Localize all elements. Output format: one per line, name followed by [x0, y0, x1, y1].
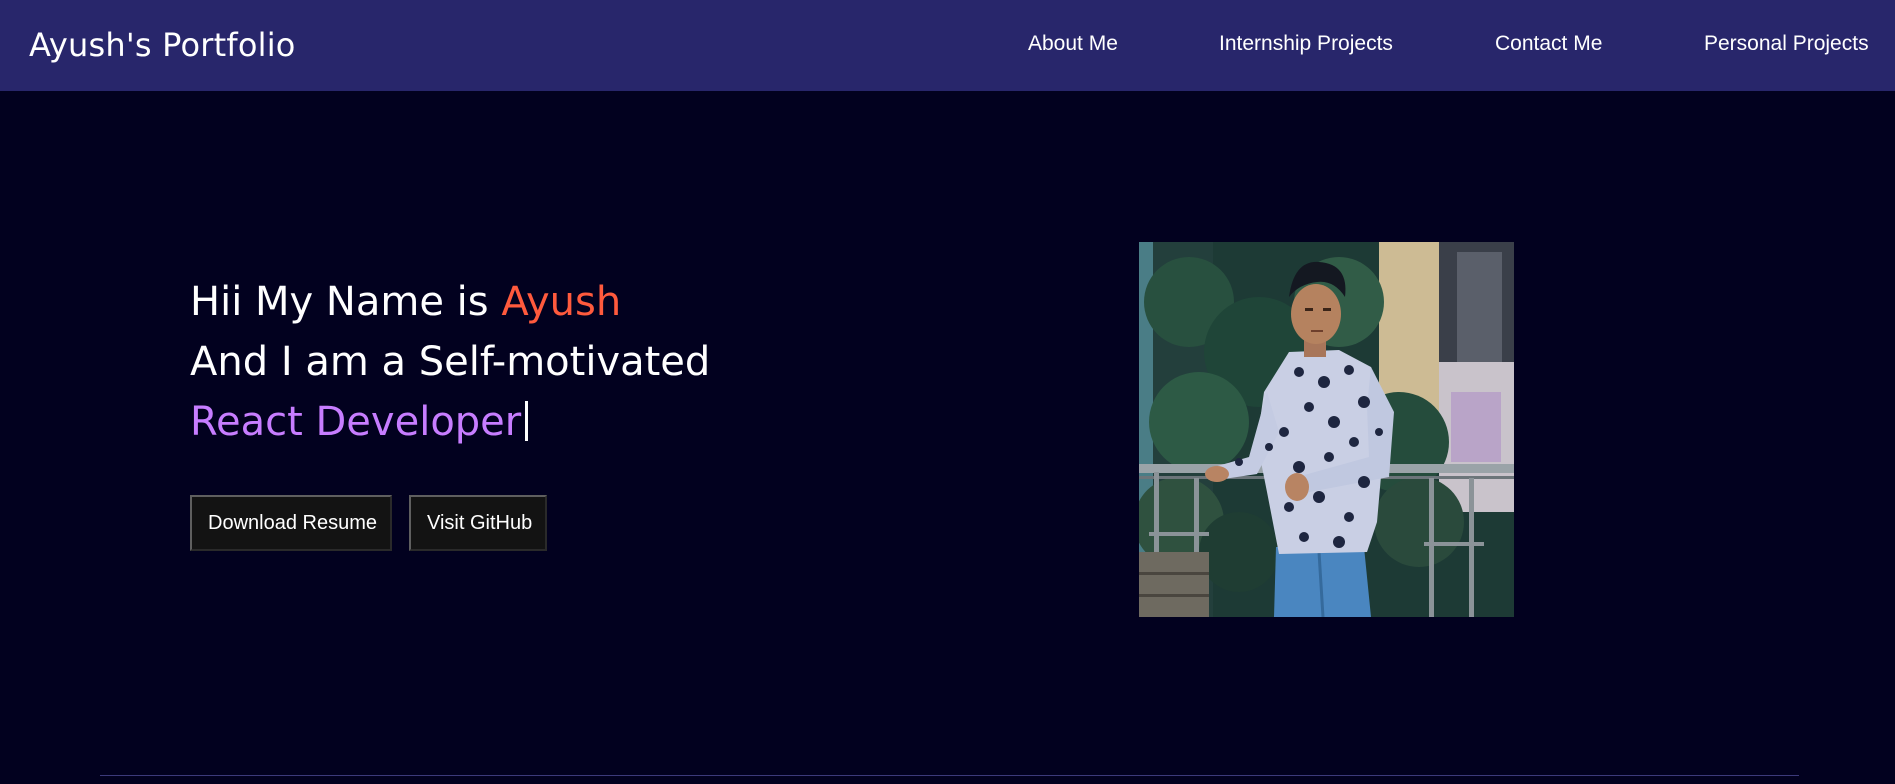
- hero-intro: Hii My Name is Ayush And I am a Self-mot…: [190, 272, 710, 452]
- nav-personal-projects[interactable]: Personal Projects: [1704, 31, 1869, 57]
- hero-role: React Developer: [190, 399, 522, 445]
- nav-about-me[interactable]: About Me: [1028, 31, 1118, 57]
- visit-github-button[interactable]: Visit GitHub: [409, 495, 547, 551]
- brand-logo[interactable]: Ayush's Portfolio: [29, 23, 296, 67]
- nav-internship-projects[interactable]: Internship Projects: [1219, 31, 1393, 57]
- typing-cursor: [525, 401, 529, 441]
- greeting-text: Hii My Name is: [190, 279, 502, 325]
- hero-tagline: And I am a Self-motivated: [190, 339, 711, 385]
- section-divider: [100, 775, 1799, 776]
- nav-contact-me[interactable]: Contact Me: [1495, 31, 1602, 57]
- navbar: Ayush's Portfolio About Me Internship Pr…: [0, 0, 1895, 91]
- hero-name: Ayush: [501, 279, 622, 325]
- profile-photo: [1139, 242, 1514, 617]
- hero-greeting-line: Hii My Name is Ayush: [190, 272, 710, 332]
- download-resume-button[interactable]: Download Resume: [190, 495, 392, 551]
- hero-role-line: React Developer: [190, 392, 710, 452]
